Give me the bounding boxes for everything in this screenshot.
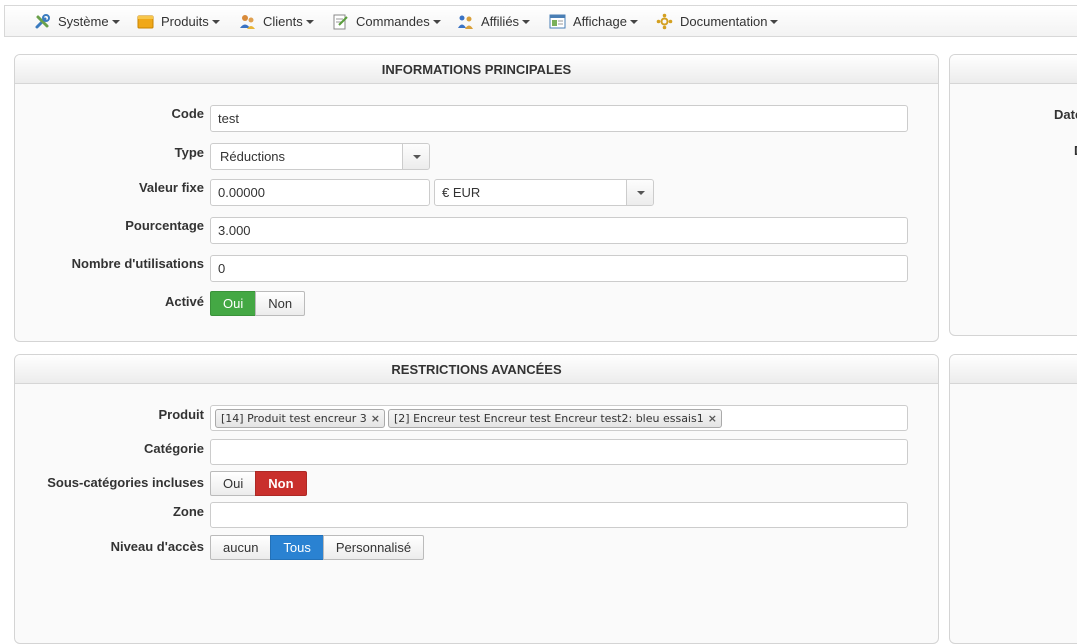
access-none-button[interactable]: aucun xyxy=(210,535,272,560)
menu-label: Produits xyxy=(161,13,209,29)
zone-input[interactable] xyxy=(210,502,908,528)
active-no-button[interactable]: Non xyxy=(255,291,306,316)
product-tag: [2] Encreur test Encreur test Encreur te… xyxy=(388,409,722,429)
menu-label: Affiliés xyxy=(481,13,520,29)
menu-label: Documentation xyxy=(680,13,768,29)
zone-label: Zone xyxy=(172,504,204,519)
fixed-value-label: Valeur fixe xyxy=(138,180,204,195)
menu-clients[interactable]: Clients xyxy=(239,6,314,36)
fixed-value-input[interactable]: 0.00000 xyxy=(210,179,430,206)
code-label: Code xyxy=(171,106,205,121)
chevron-down-icon xyxy=(629,20,638,24)
type-value: Réductions xyxy=(220,149,286,164)
active-yes-button[interactable]: Oui xyxy=(210,291,257,316)
chevron-down-icon xyxy=(770,20,779,24)
currency-select[interactable]: € EUR xyxy=(434,179,654,206)
category-label: Catégorie xyxy=(144,441,204,456)
menu-affichage[interactable]: Affichage xyxy=(549,6,638,36)
affiliate-icon xyxy=(458,15,473,29)
chevron-down-icon xyxy=(111,20,120,24)
remove-tag-icon[interactable]: × xyxy=(708,412,717,425)
menu-systeme[interactable]: Système xyxy=(34,6,120,36)
chevron-down-icon xyxy=(432,20,441,24)
side-lower-panel xyxy=(949,354,1077,644)
panel-title: INFORMATIONS PRINCIPALES xyxy=(15,55,938,84)
tools-icon xyxy=(35,13,50,28)
tag-label: [14] Produit test encreur 3 xyxy=(221,412,367,426)
percent-input[interactable]: 3.000 xyxy=(210,217,908,244)
chevron-down-icon[interactable] xyxy=(626,180,653,205)
subcat-yes-button[interactable]: Oui xyxy=(210,471,257,496)
menu-label: Affichage xyxy=(573,13,627,29)
menu-label: Clients xyxy=(263,13,303,29)
menu-documentation[interactable]: Documentation xyxy=(656,6,779,36)
type-label: Type xyxy=(174,145,204,160)
doc-icon xyxy=(656,13,673,29)
type-select[interactable]: Réductions xyxy=(210,143,430,170)
product-tag: [14] Produit test encreur 3 × xyxy=(215,409,386,429)
access-all-button[interactable]: Tous xyxy=(270,535,324,560)
tag-label: [2] Encreur test Encreur test Encreur te… xyxy=(394,412,704,426)
chevron-down-icon[interactable] xyxy=(402,144,429,169)
uses-input[interactable]: 0 xyxy=(210,255,908,282)
subcat-no-button[interactable]: Non xyxy=(255,471,307,496)
percent-label: Pourcentage xyxy=(125,218,204,233)
menu-affilies[interactable]: Affiliés xyxy=(457,6,531,36)
active-label: Activé xyxy=(164,294,204,309)
top-menu-bar: Système Produits Clients Commandes Affil… xyxy=(4,5,1077,37)
uses-label: Nombre d'utilisations xyxy=(71,256,204,271)
chevron-down-icon xyxy=(522,20,531,24)
code-input[interactable]: test xyxy=(210,105,908,132)
box-icon xyxy=(137,15,154,28)
active-toggle: Oui Non xyxy=(210,291,306,316)
product-label: Produit xyxy=(158,407,205,422)
panel-title: RESTRICTIONS AVANCÉES xyxy=(15,355,938,384)
subcat-label: Sous-catégories incluses xyxy=(47,475,204,490)
access-label: Niveau d'accès xyxy=(110,539,204,554)
panel-title xyxy=(950,355,1077,384)
menu-produits[interactable]: Produits xyxy=(137,6,220,36)
currency-value: € EUR xyxy=(442,185,481,200)
main-info-panel: INFORMATIONS PRINCIPALES Code test Type … xyxy=(14,54,939,342)
date-label: Date xyxy=(1054,107,1077,122)
product-tags-input[interactable]: [14] Produit test encreur 3 × [2] Encreur … xyxy=(210,405,908,431)
menu-commandes[interactable]: Commandes xyxy=(332,6,441,36)
category-input[interactable] xyxy=(210,439,908,465)
panel-title xyxy=(950,55,1077,84)
chevron-down-icon xyxy=(305,20,314,24)
order-icon xyxy=(333,14,348,29)
remove-tag-icon[interactable]: × xyxy=(371,412,380,425)
subcat-toggle: Oui Non xyxy=(210,471,307,496)
dates-panel: Date D xyxy=(949,54,1077,336)
access-level-toggle: aucun Tous Personnalisé xyxy=(210,535,425,560)
chevron-down-icon xyxy=(211,20,220,24)
display-icon xyxy=(549,14,566,28)
menu-label: Système xyxy=(58,13,109,29)
menu-label: Commandes xyxy=(356,13,430,29)
restrictions-panel: RESTRICTIONS AVANCÉES Produit [14] Produ… xyxy=(14,354,939,644)
users-icon xyxy=(240,14,255,29)
access-custom-button[interactable]: Personnalisé xyxy=(322,535,425,560)
